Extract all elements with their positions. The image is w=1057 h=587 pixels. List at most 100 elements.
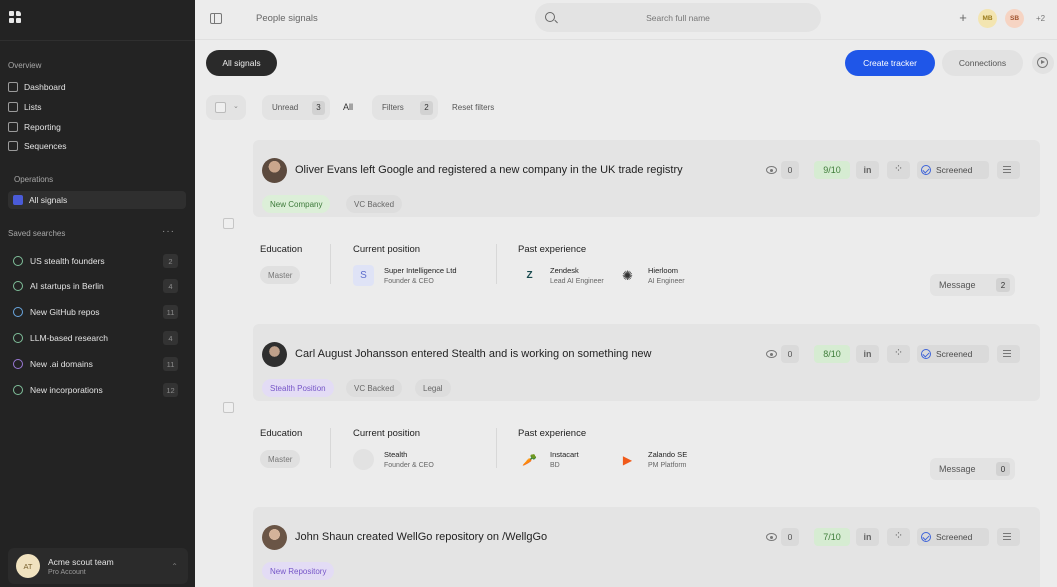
create-tracker-button[interactable]: Create tracker	[845, 50, 935, 76]
play-icon[interactable]	[1032, 52, 1054, 74]
screened-status[interactable]: Screened	[917, 528, 989, 546]
check-circle-icon	[921, 532, 931, 542]
signals-icon	[13, 195, 23, 205]
message-count: 2	[996, 278, 1010, 292]
select-all-checkbox[interactable]	[215, 102, 226, 113]
avatar	[262, 158, 287, 183]
signal-headline[interactable]: John Shaun created WellGo repository on …	[295, 531, 547, 543]
saved-search-item[interactable]: AI startups in Berlin 4	[8, 277, 178, 295]
tag-badge: Legal	[415, 379, 451, 397]
linkedin-icon[interactable]: in	[856, 345, 879, 363]
avatar: AT	[16, 554, 40, 578]
signal-headline[interactable]: Carl August Johansson entered Stealth an…	[295, 348, 652, 360]
row-checkbox[interactable]	[223, 218, 234, 229]
account-name: Acme scout team	[48, 556, 114, 567]
list-add-icon[interactable]	[997, 345, 1020, 363]
more-members-count[interactable]: +2	[1031, 9, 1050, 28]
eye-icon	[766, 533, 777, 541]
saved-search-label: New incorporations	[30, 385, 103, 395]
past-role: BD	[550, 462, 560, 469]
add-icon[interactable]: +	[954, 9, 972, 27]
sidebar: Overview Dashboard Lists Reporting Seque…	[0, 0, 195, 587]
search-input[interactable]: Search full name	[535, 3, 821, 32]
sidebar-item-label: Dashboard	[24, 82, 66, 92]
saved-search-item[interactable]: LLM-based research 4	[8, 329, 178, 347]
sidebar-item-dashboard[interactable]: Dashboard	[8, 78, 186, 96]
screened-status[interactable]: Screened	[917, 161, 989, 179]
tag-badge: New Company	[262, 195, 331, 213]
avatar[interactable]: MB	[978, 9, 997, 28]
screened-label: Screened	[936, 165, 973, 175]
filters-button[interactable]: Filters 2	[372, 95, 438, 120]
account-switcher[interactable]: AT Acme scout team Pro Account ⌃	[8, 548, 188, 584]
linkedin-icon[interactable]: in	[856, 161, 879, 179]
sidebar-item-all-signals[interactable]: All signals	[8, 191, 186, 209]
select-all-dropdown[interactable]: ⌄	[206, 95, 246, 120]
list-add-icon[interactable]	[997, 161, 1020, 179]
divider	[496, 244, 497, 284]
sidebar-item-reporting[interactable]: Reporting	[8, 118, 186, 136]
zendesk-logo-icon: Z	[526, 270, 533, 281]
row-checkbox[interactable]	[223, 402, 234, 413]
all-filter[interactable]: All	[343, 102, 353, 112]
saved-search-count: 11	[163, 305, 178, 319]
filters-label: Filters	[382, 103, 404, 112]
sidebar-divider	[0, 40, 195, 41]
saved-search-count: 4	[163, 331, 178, 345]
past-role: AI Engineer	[648, 278, 685, 285]
list-add-icon[interactable]	[997, 528, 1020, 546]
dashboard-icon	[8, 82, 18, 92]
signal-card-header[interactable]: John Shaun created WellGo repository on …	[253, 507, 1040, 587]
app-logo-icon[interactable]	[9, 11, 21, 23]
sidebar-item-lists[interactable]: Lists	[8, 98, 186, 116]
past-company: Zendesk	[550, 266, 579, 275]
sidebar-item-sequences[interactable]: Sequences	[8, 137, 186, 155]
hierloom-logo-icon: ✺	[622, 267, 633, 283]
screened-status[interactable]: Screened	[917, 345, 989, 363]
unread-filter[interactable]: Unread 3	[262, 95, 330, 120]
linkedin-icon[interactable]: in	[856, 528, 879, 546]
tag-badge: New Repository	[262, 562, 335, 580]
avatar[interactable]: SB	[1005, 9, 1024, 28]
account-plan: Pro Account	[48, 568, 86, 576]
score-badge: 7/10	[814, 528, 850, 546]
divider	[496, 428, 497, 468]
all-signals-tab[interactable]: All signals	[206, 50, 277, 76]
check-circle-icon	[921, 349, 931, 359]
chevron-updown-icon: ⌃	[171, 561, 178, 571]
signal-card-header[interactable]: Oliver Evans left Google and registered …	[253, 140, 1040, 217]
status-circle-icon	[13, 281, 23, 291]
message-button[interactable]: Message 2	[930, 274, 1015, 296]
avatar	[262, 525, 287, 550]
score-badge: 9/10	[814, 161, 850, 179]
reporting-icon	[8, 122, 18, 132]
reset-filters-link[interactable]: Reset filters	[452, 103, 494, 112]
sidebar-item-label: Lists	[24, 102, 42, 112]
tag-badge: VC Backed	[346, 195, 403, 213]
message-button[interactable]: Message 0	[930, 458, 1015, 480]
signal-card: Oliver Evans left Google and registered …	[208, 140, 1040, 315]
signal-card: Carl August Johansson entered Stealth an…	[208, 324, 1040, 497]
connections-button[interactable]: Connections	[942, 50, 1023, 76]
toggle-sidebar-icon[interactable]	[210, 13, 222, 24]
apps-icon[interactable]	[887, 345, 910, 363]
lists-icon	[8, 102, 18, 112]
topbar: People signals Search full name + MB SB …	[195, 0, 1057, 40]
page-title: People signals	[256, 13, 318, 24]
saved-search-item[interactable]: US stealth founders 2	[8, 252, 178, 270]
eye-icon	[766, 350, 777, 358]
apps-icon[interactable]	[887, 161, 910, 179]
views-count: 0	[781, 345, 799, 363]
signal-headline[interactable]: Oliver Evans left Google and registered …	[295, 164, 683, 176]
filters-count: 2	[420, 100, 433, 115]
apps-icon[interactable]	[887, 528, 910, 546]
signal-card-header[interactable]: Carl August Johansson entered Stealth an…	[253, 324, 1040, 401]
saved-search-count: 11	[163, 357, 178, 371]
past-experience-heading: Past experience	[518, 244, 587, 255]
saved-search-item[interactable]: New .ai domains 11	[8, 355, 178, 373]
current-company: Stealth	[384, 450, 408, 459]
saved-search-item[interactable]: New incorporations 12	[8, 381, 178, 399]
saved-searches-more-icon[interactable]: ···	[162, 226, 175, 237]
saved-search-item[interactable]: New GitHub repos 11	[8, 303, 178, 321]
unread-label: Unread	[272, 103, 299, 112]
